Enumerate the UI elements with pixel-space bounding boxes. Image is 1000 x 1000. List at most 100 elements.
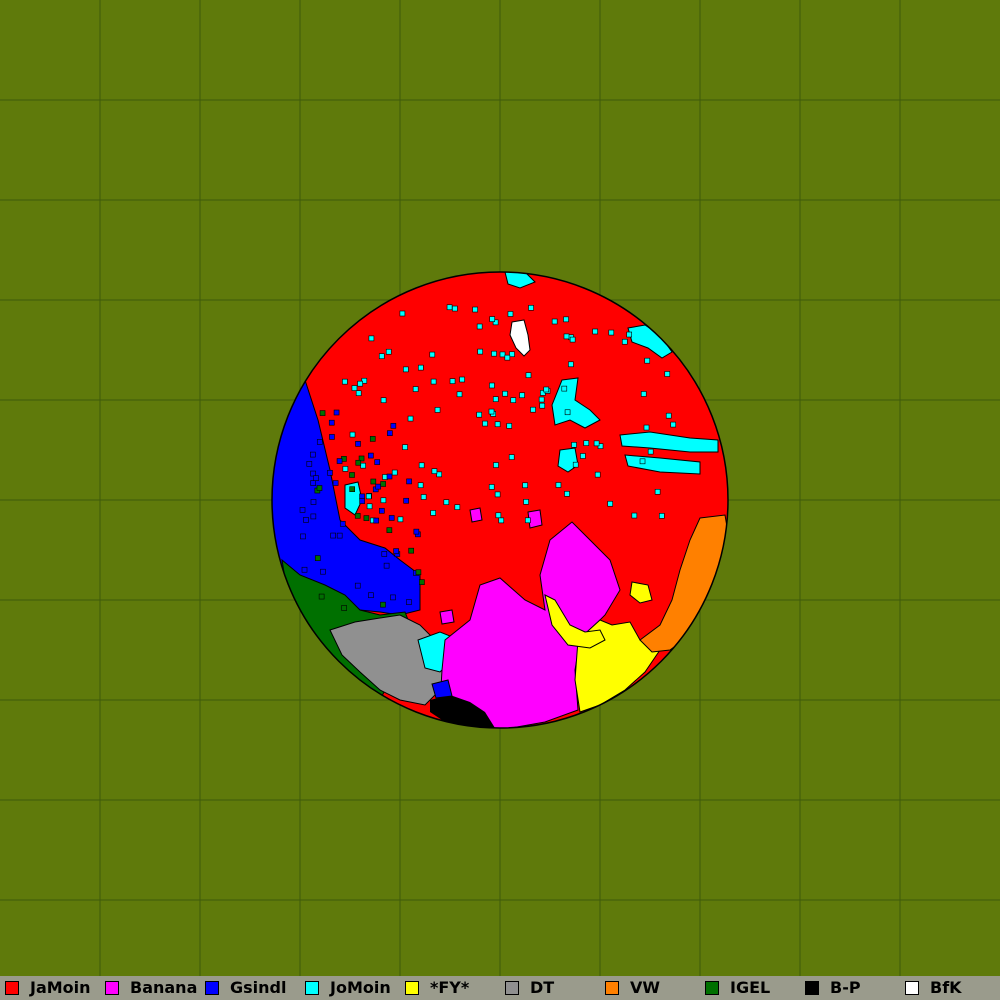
- legend-label-banana: Banana: [130, 978, 198, 997]
- legend-item-igel[interactable]: IGEL: [700, 976, 800, 1000]
- territory-speck: [330, 532, 336, 539]
- legend-item-bp[interactable]: B-P: [800, 976, 900, 1000]
- legend-item-banana[interactable]: Banana: [100, 976, 200, 1000]
- legend-swatch-bp: [805, 981, 819, 995]
- territory-speck: [446, 304, 453, 311]
- territory-speck: [539, 402, 546, 409]
- territory-speck: [328, 419, 335, 426]
- territory-speck: [379, 507, 385, 514]
- territory-speck: [406, 478, 412, 485]
- territory-speck: [363, 515, 370, 521]
- territory-speck: [472, 306, 478, 313]
- legend-item-jomoin[interactable]: JoMoin: [300, 976, 400, 1000]
- territory-speck: [368, 592, 374, 599]
- territory-speck: [314, 555, 321, 561]
- legend-item-vw[interactable]: VW: [600, 976, 700, 1000]
- territory-speck: [393, 548, 399, 554]
- territory-speck: [403, 497, 409, 504]
- legend-label-bfk: BfK: [930, 978, 962, 997]
- territory-speck: [564, 409, 571, 416]
- territory-speck: [434, 407, 441, 413]
- territory-speck: [380, 601, 386, 608]
- territory-speck: [491, 350, 497, 357]
- legend-label-jomoin: JoMoin: [330, 978, 391, 997]
- territory-speck: [563, 333, 570, 340]
- territory-speck: [310, 513, 317, 520]
- territory-speck: [357, 380, 363, 387]
- territory-speck: [644, 357, 651, 364]
- legend-label-bp: B-P: [830, 978, 861, 997]
- territory-speck: [318, 593, 325, 600]
- territory-speck: [415, 569, 422, 576]
- territory-speck: [489, 382, 495, 389]
- territory-speck: [301, 566, 308, 573]
- territory-speck: [580, 453, 586, 459]
- legend-item-gsindl[interactable]: Gsindl: [200, 976, 300, 1000]
- legend-label-gsindl: Gsindl: [230, 978, 287, 997]
- game-map[interactable]: [0, 0, 1000, 976]
- territory-speck: [488, 408, 495, 415]
- territory-speck: [339, 520, 346, 527]
- territory-speck: [366, 503, 373, 510]
- territory-speck: [643, 424, 650, 431]
- territory-speck: [507, 311, 514, 317]
- territory-speck: [329, 434, 335, 440]
- territory-speck: [349, 472, 355, 478]
- territory-speck: [319, 410, 326, 416]
- territory-speck: [592, 328, 598, 335]
- territory-speck: [530, 406, 536, 413]
- territory-speck: [303, 517, 309, 523]
- territory-speck: [561, 385, 568, 392]
- territory-speck: [495, 512, 502, 519]
- legend-swatch-jamoin: [5, 981, 19, 995]
- legend-item-bfk[interactable]: BfK: [900, 976, 1000, 1000]
- territory-speck: [452, 305, 458, 312]
- territory-speck: [454, 504, 461, 510]
- legend-item-dt[interactable]: DT: [500, 976, 600, 1000]
- territory-speck: [430, 378, 437, 385]
- legend-swatch-jomoin: [305, 981, 319, 995]
- territory-speck: [341, 605, 347, 611]
- legend-label-igel: IGEL: [730, 978, 771, 997]
- territory-speck: [476, 411, 482, 418]
- territory-speck: [310, 451, 316, 458]
- territory-speck: [594, 471, 601, 478]
- territory-speck: [390, 423, 397, 429]
- territory-speck: [359, 498, 365, 504]
- territory-speck: [430, 510, 436, 516]
- territory-speck: [476, 323, 483, 330]
- player-legend: JaMoin Banana Gsindl JoMoin *FY* DT VW I…: [0, 976, 1000, 1000]
- territory-speck: [654, 488, 661, 495]
- territory-speck: [375, 483, 381, 490]
- legend-swatch-dt: [505, 981, 519, 995]
- territory-speck: [316, 485, 323, 491]
- territory-speck: [359, 493, 365, 500]
- territory-speck: [593, 440, 600, 447]
- territory-speck: [498, 517, 505, 524]
- legend-item-jamoin[interactable]: JaMoin: [0, 976, 100, 1000]
- territory-speck: [525, 517, 531, 524]
- territory-map[interactable]: [0, 0, 1000, 976]
- legend-item-fy[interactable]: *FY*: [400, 976, 500, 1000]
- territory-speck: [436, 471, 443, 478]
- legend-label-fy: *FY*: [430, 978, 470, 997]
- territory-speck: [494, 421, 501, 428]
- territory-speck: [349, 431, 356, 438]
- territory-speck: [528, 305, 534, 311]
- territory-speck: [316, 439, 323, 445]
- territory-speck: [639, 458, 646, 465]
- territory-speck: [489, 316, 495, 322]
- territory-speck: [482, 420, 488, 427]
- territory-speck: [626, 331, 633, 338]
- territory-speck: [386, 527, 393, 533]
- territory-speck: [397, 516, 404, 523]
- territory-speck: [374, 459, 381, 465]
- legend-swatch-gsindl: [205, 981, 219, 995]
- territory-speck: [563, 316, 569, 323]
- territory-speck: [640, 391, 647, 397]
- territory-speck: [412, 386, 419, 392]
- territory-speck: [569, 336, 576, 343]
- territory-speck: [390, 594, 396, 601]
- territory-speck: [355, 459, 362, 466]
- territory-speck: [456, 391, 463, 398]
